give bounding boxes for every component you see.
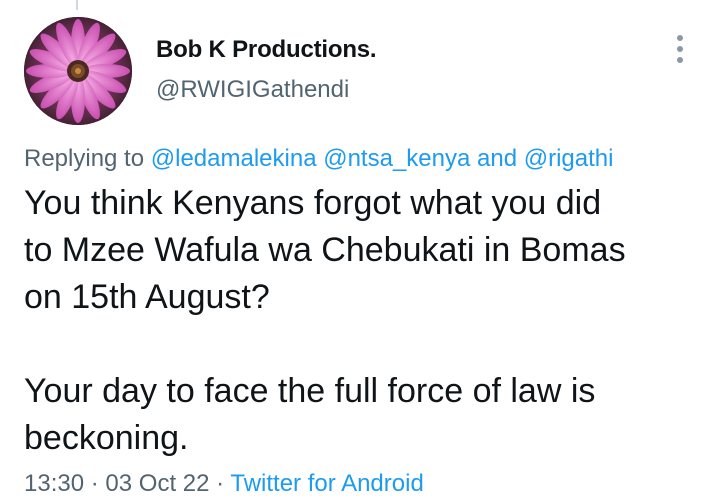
- meta-separator: ·: [216, 470, 225, 497]
- thread-connector-line: [76, 0, 78, 10]
- mention-link[interactable]: @ledamalekina: [151, 145, 317, 172]
- avatar[interactable]: [24, 17, 132, 125]
- meta-separator: ·: [90, 470, 99, 497]
- more-options-icon-dot: [677, 46, 683, 52]
- tweet-time[interactable]: 13:30: [24, 470, 84, 497]
- tweet-body: You think Kenyans forgot what you did to…: [24, 180, 704, 462]
- tweet-text-line: You think Kenyans forgot what you did: [24, 184, 602, 222]
- tweet-date[interactable]: 03 Oct 22: [105, 470, 209, 497]
- tweet-text-line: beckoning.: [24, 419, 189, 457]
- author-handle[interactable]: @RWIGIGathendi: [156, 76, 349, 104]
- more-options-icon: [677, 35, 683, 41]
- more-options-icon-dot: [677, 57, 683, 63]
- purple-daisy-flower-icon: [24, 17, 132, 125]
- reply-context: Replying to @ledamalekina @ntsa_kenya an…: [24, 145, 613, 173]
- author-display-name[interactable]: Bob K Productions.: [156, 36, 377, 64]
- tweet-text-line: Your day to face the full force of law i…: [24, 372, 596, 410]
- reply-joiner[interactable]: and: [477, 145, 517, 172]
- tweet-source-link[interactable]: Twitter for Android: [230, 470, 423, 497]
- tweet-text-line: on 15th August?: [24, 278, 270, 316]
- mention-link[interactable]: @rigathi: [524, 145, 614, 172]
- reply-prefix: Replying to: [24, 145, 145, 172]
- tweet-metadata: 13:30 · 03 Oct 22 · Twitter for Android: [24, 470, 424, 498]
- tweet-text-line: to Mzee Wafula wa Chebukati in Bomas: [24, 231, 626, 269]
- mention-link[interactable]: @ntsa_kenya: [323, 145, 470, 172]
- more-options-button[interactable]: [664, 32, 696, 66]
